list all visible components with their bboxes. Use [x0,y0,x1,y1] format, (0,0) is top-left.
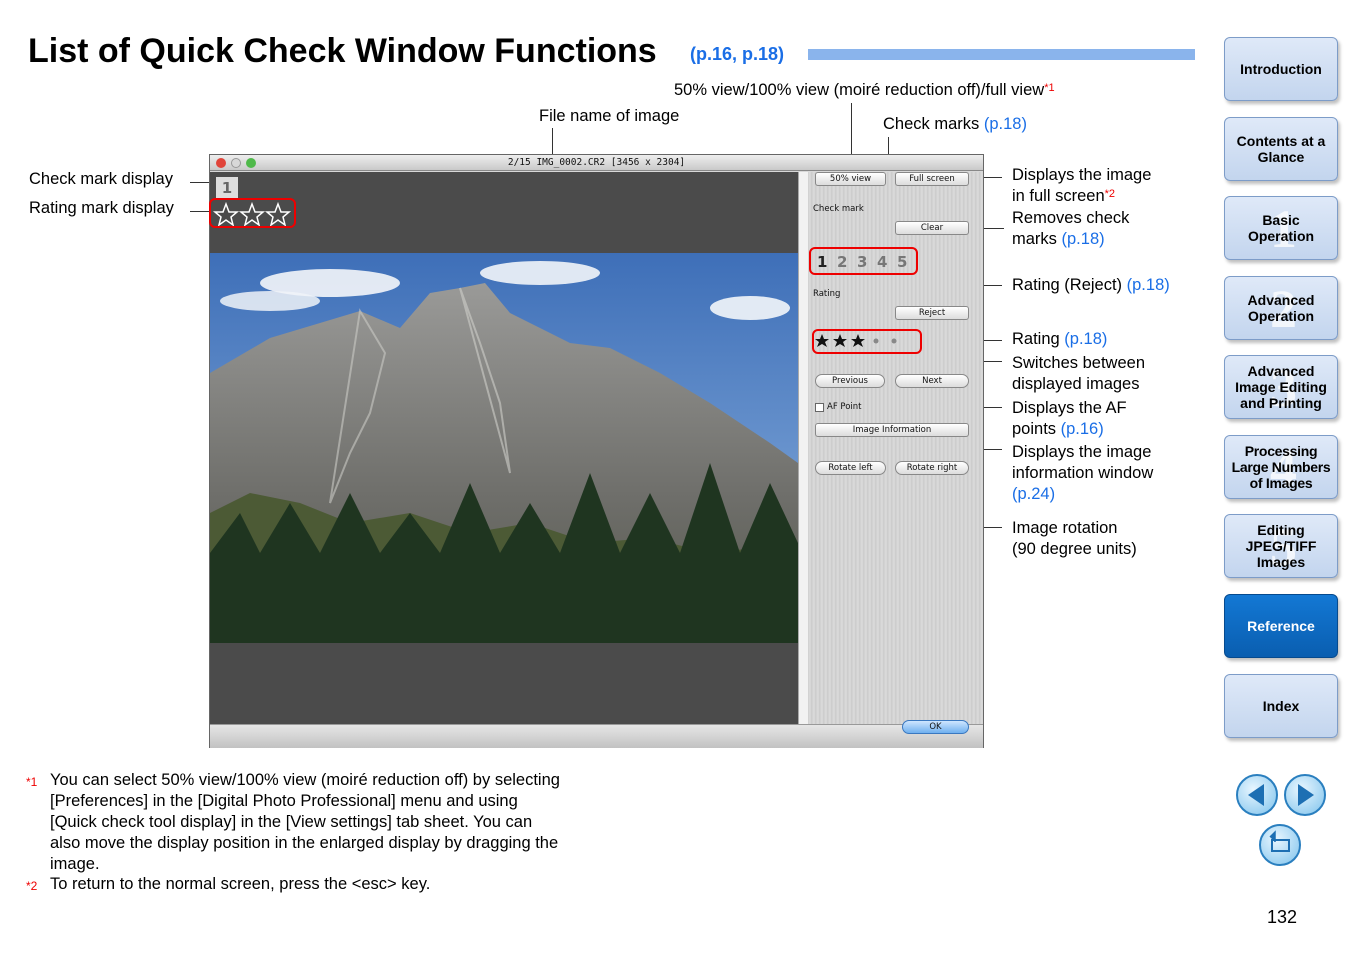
callout-full-screen: Displays the image in full screen*2 [1012,166,1152,205]
close-dot-icon[interactable] [216,158,226,168]
callout-af-points: Displays the AF points (p.16) [1012,399,1127,438]
nav-advanced-image-editing[interactable]: 3 Advanced Image Editing and Printing [1224,355,1338,419]
btn-reject[interactable]: Reject [895,306,969,320]
btn-previous[interactable]: Previous [815,374,885,388]
callout-rotation: Image rotation (90 degree units) [1012,519,1137,558]
leader-rating-display [190,211,210,212]
quick-check-window: 2/15 IMG_0002.CR2 [3456 x 2304] 1 50% vi… [209,154,984,748]
btn-50-view[interactable]: 50% view [815,172,886,186]
btn-rotate-left[interactable]: Rotate left [815,461,886,475]
callout-check-marks: Check marks (p.18) [883,115,1027,133]
title-page-ref[interactable]: (p.16, p.18) [690,44,784,65]
callout-clear: Removes check marks (p.18) [1012,209,1130,248]
rating-label: Rating [813,289,841,299]
callout-image-info: Displays the image information window (p.2… [1012,443,1154,503]
nav-processing-large-numbers[interactable]: 4 Processing Large Numbers of Images [1224,435,1338,499]
check-mark-label: Check mark [813,204,864,214]
page-number: 132 [1267,907,1298,927]
return-icon [1269,830,1290,852]
callout-view-mode: 50% view/100% view (moiré reduction off)… [674,81,1055,99]
highlight-rating-stars [812,329,922,354]
window-titlebar: 2/15 IMG_0002.CR2 [3456 x 2304] [210,155,983,171]
arrow-right-icon [1298,784,1314,806]
btn-clear[interactable]: Clear [895,221,969,235]
window-title: 2/15 IMG_0002.CR2 [3456 x 2304] [507,157,686,168]
photo-mountain[interactable] [210,253,798,643]
highlight-check-numbers [809,247,918,275]
prev-page-button[interactable] [1236,774,1278,816]
nav-basic-operation[interactable]: 1 Basic Operation [1224,196,1338,260]
title-decor-bar [808,49,1195,60]
callout-rating-mark-display: Rating mark display [29,199,174,217]
footnote-2: *2 To return to the normal screen, press… [26,875,431,893]
minimize-dot-icon[interactable] [231,158,241,168]
window-bottom-bar [210,724,983,748]
callout-switch-images: Switches between displayed images [1012,354,1145,393]
af-point-label: AF Point [827,402,862,412]
btn-next[interactable]: Next [895,374,969,388]
nav-editing-jpeg-tiff[interactable]: 5 Editing JPEG/TIFF Images [1224,514,1338,578]
viewer-scrollbar[interactable] [798,172,808,724]
return-button[interactable] [1259,824,1301,866]
zoom-dot-icon[interactable] [246,158,256,168]
af-point-checkbox[interactable] [815,403,824,412]
nav-contents-at-a-glance[interactable]: Contents at a Glance [1224,117,1338,181]
nav-index[interactable]: Index [1224,674,1338,738]
btn-rotate-right[interactable]: Rotate right [895,461,969,475]
btn-image-information[interactable]: Image Information [815,423,969,437]
arrow-left-icon [1248,784,1264,806]
next-page-button[interactable] [1284,774,1326,816]
callout-rating: Rating (p.18) [1012,330,1108,348]
btn-full-screen[interactable]: Full screen [895,172,969,186]
image-viewer[interactable]: 1 [210,172,798,724]
nav-advanced-operation[interactable]: 2 Advanced Operation [1224,276,1338,340]
check-mark-indicator: 1 [216,177,238,199]
nav-reference[interactable]: Reference [1224,594,1338,658]
footnote-1: *1 You can select 50% view/100% view (mo… [26,771,560,873]
callout-file-name: File name of image [539,107,680,125]
highlight-rating-display [209,198,296,228]
callout-reject: Rating (Reject) (p.18) [1012,276,1170,294]
btn-ok[interactable]: OK [902,720,969,734]
callout-check-mark-display: Check mark display [29,170,173,188]
nav-introduction[interactable]: Introduction [1224,37,1338,101]
page-title: List of Quick Check Window Functions [28,32,657,70]
